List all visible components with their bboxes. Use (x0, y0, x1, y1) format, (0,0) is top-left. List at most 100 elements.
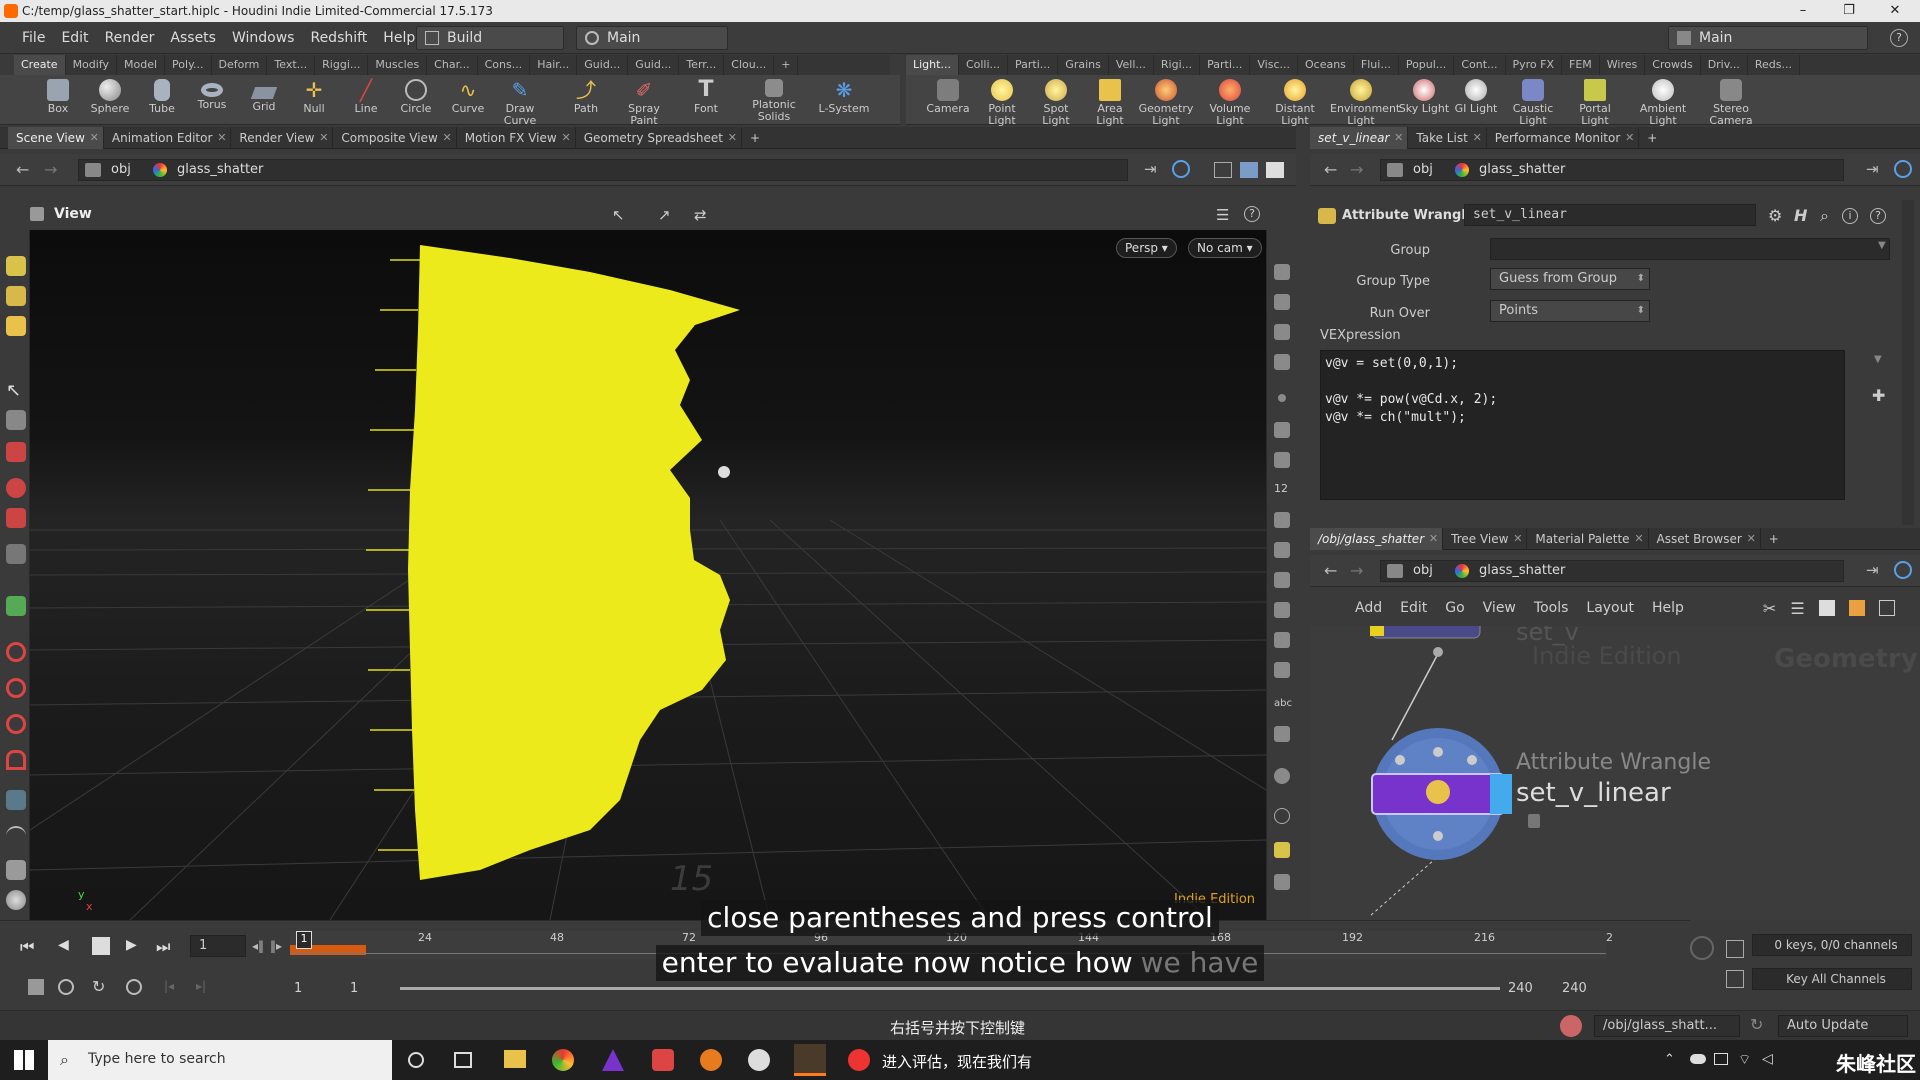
shelf-tab[interactable]: Hair... (530, 55, 578, 75)
windows-start-icon[interactable] (14, 1050, 34, 1070)
close-tab-icon[interactable]: ✕ (90, 127, 99, 149)
tool-spray-paint[interactable]: ✐ Spray Paint (618, 75, 670, 127)
close-tab-icon[interactable]: ✕ (1634, 528, 1643, 550)
path-node[interactable]: glass_shatter (1479, 160, 1565, 180)
lock-icon[interactable] (6, 410, 26, 430)
info-icon[interactable]: i (1842, 208, 1858, 224)
tool-ambient-light[interactable]: Ambient Light (1632, 75, 1694, 127)
recorder-icon[interactable] (848, 1049, 870, 1071)
add-tab-icon[interactable]: + (1639, 127, 1675, 149)
task-view-icon[interactable] (454, 1052, 472, 1068)
tool-sphere[interactable]: Sphere (84, 75, 136, 125)
scale-tool-icon[interactable] (6, 508, 26, 528)
close-tab-icon[interactable]: ✕ (728, 127, 737, 149)
desktop-build-selector[interactable]: Build (416, 26, 564, 50)
audio-icon[interactable] (58, 979, 74, 995)
select-object-icon[interactable]: ↗ (658, 206, 671, 224)
close-tab-icon[interactable]: ✕ (1747, 528, 1756, 550)
battery-icon[interactable] (1714, 1053, 1728, 1065)
tool-grid[interactable]: Grid (238, 75, 290, 125)
tab-take-list[interactable]: Take List ✕ (1408, 126, 1487, 149)
shelf-tab[interactable]: Colli... (959, 55, 1009, 75)
close-tab-icon[interactable]: ✕ (1513, 528, 1522, 550)
next-key-icon[interactable]: ▸| (196, 979, 206, 993)
shelf-tab[interactable]: Terr... (679, 55, 725, 75)
tool-draw-curve[interactable]: ✎ Draw Curve (494, 75, 546, 127)
run-over-select[interactable]: Points ⬍ (1490, 300, 1650, 322)
shelf-tab[interactable]: Clou... (724, 55, 775, 75)
search-icon[interactable]: ⌕ (1820, 206, 1829, 226)
desktop-main-right-selector[interactable]: Main (1668, 26, 1868, 50)
shelf-tab[interactable]: Modify (66, 55, 118, 75)
view-icon[interactable] (1818, 600, 1835, 616)
point-numbers-icon[interactable]: 12 (1274, 482, 1290, 498)
tool-camera[interactable]: Camera (922, 75, 974, 125)
prev-key-icon[interactable]: |◂ (164, 979, 174, 993)
shelf-tab[interactable]: Reds... (1748, 55, 1801, 75)
tool-geometry-light[interactable]: Geometry Light (1138, 75, 1194, 127)
group-type-select[interactable]: Guess from Group ⬍ (1490, 268, 1650, 290)
tab-composite-view[interactable]: Composite View ✕ (333, 126, 457, 149)
tab-performance-monitor[interactable]: Performance Monitor ✕ (1487, 126, 1640, 149)
tool-spot-light[interactable]: Spot Light (1030, 75, 1082, 127)
background-image-icon[interactable] (1274, 726, 1290, 742)
tool-distant-light[interactable]: Distant Light (1266, 75, 1324, 127)
close-tab-icon[interactable]: ✕ (217, 127, 226, 149)
tools-icon[interactable]: ✂ (1763, 599, 1776, 618)
location-icon[interactable] (1274, 768, 1290, 784)
refresh-icon[interactable]: ↻ (1750, 1015, 1763, 1034)
shelf-tab[interactable]: Model (117, 55, 166, 75)
tool-point-light[interactable]: Point Light (976, 75, 1028, 127)
houdini-taskbar-icon[interactable] (794, 1044, 826, 1076)
forward-arrow-icon[interactable]: → (1350, 160, 1363, 179)
orbit-icon[interactable] (6, 826, 26, 846)
path-obj[interactable]: obj (111, 160, 131, 180)
ghost-icon[interactable] (1274, 294, 1290, 310)
auto-update-select[interactable]: Auto Update (1778, 1015, 1908, 1037)
tool-torus[interactable]: Torus (186, 75, 238, 125)
add-channel-icon[interactable]: ✚ (1872, 386, 1885, 405)
pin-icon[interactable]: ⇥ (1866, 561, 1879, 579)
path-node[interactable]: glass_shatter (1479, 561, 1565, 581)
persp-menu-button[interactable]: Persp ▾ (1116, 238, 1177, 258)
wireframe-icon[interactable] (1214, 162, 1232, 178)
vertex-icon[interactable] (1274, 662, 1290, 678)
tool-platonic-solids[interactable]: Platonic Solids (746, 75, 802, 125)
shelf-tab[interactable]: Pyro FX (1506, 55, 1563, 75)
volume-icon[interactable]: ◁ (1762, 1051, 1773, 1067)
pin-icon[interactable]: ⇥ (1866, 160, 1879, 178)
shelf-tab[interactable]: Driv... (1701, 55, 1748, 75)
forward-arrow-icon[interactable]: → (1350, 561, 1363, 580)
wire-over-icon[interactable] (1274, 632, 1290, 648)
menu-edit[interactable]: Edit (53, 22, 96, 54)
display-toggle-icon[interactable] (1274, 264, 1290, 280)
tool-sky-light[interactable]: Sky Light (1398, 75, 1450, 125)
net-menu-help[interactable]: Help (1643, 600, 1693, 616)
viewport-help-icon[interactable]: ? (1244, 206, 1260, 222)
shelf-tab[interactable]: Muscles (368, 55, 428, 75)
tray-chevron-icon[interactable]: ⌃ (1664, 1052, 1675, 1067)
normal-display-icon[interactable] (1274, 422, 1290, 438)
range-start-field[interactable]: 1 (294, 981, 302, 996)
lock-icon[interactable] (1528, 814, 1540, 828)
forward-arrow-icon[interactable]: → (44, 160, 57, 179)
shelf-tab[interactable]: Create (14, 55, 66, 75)
shaded-icon[interactable] (1240, 162, 1258, 178)
close-tab-icon[interactable]: ✕ (1394, 127, 1403, 149)
menu-windows[interactable]: Windows (224, 22, 303, 54)
grid-icon[interactable] (1848, 600, 1865, 616)
close-tab-icon[interactable]: ✕ (1429, 528, 1438, 550)
close-window-button[interactable]: ✕ (1872, 0, 1918, 22)
back-arrow-icon[interactable]: ← (1324, 160, 1337, 179)
shelf-tab[interactable]: Rigi... (1154, 55, 1201, 75)
list-icon[interactable]: ☰ (1790, 599, 1804, 618)
shelf-tab[interactable]: Popul... (1399, 55, 1455, 75)
transform-tool-icon[interactable] (6, 544, 26, 564)
shelf-tab[interactable]: Parti... (1008, 55, 1059, 75)
tab-asset-browser[interactable]: Asset Browser ✕ (1649, 527, 1761, 550)
magnet-snap-icon[interactable] (6, 750, 26, 770)
help-icon[interactable]: ? (1890, 29, 1908, 47)
bounding-box-icon[interactable] (1274, 602, 1290, 618)
snap-grid-icon[interactable] (6, 714, 26, 734)
tab-tree-view[interactable]: Tree View ✕ (1443, 527, 1528, 550)
